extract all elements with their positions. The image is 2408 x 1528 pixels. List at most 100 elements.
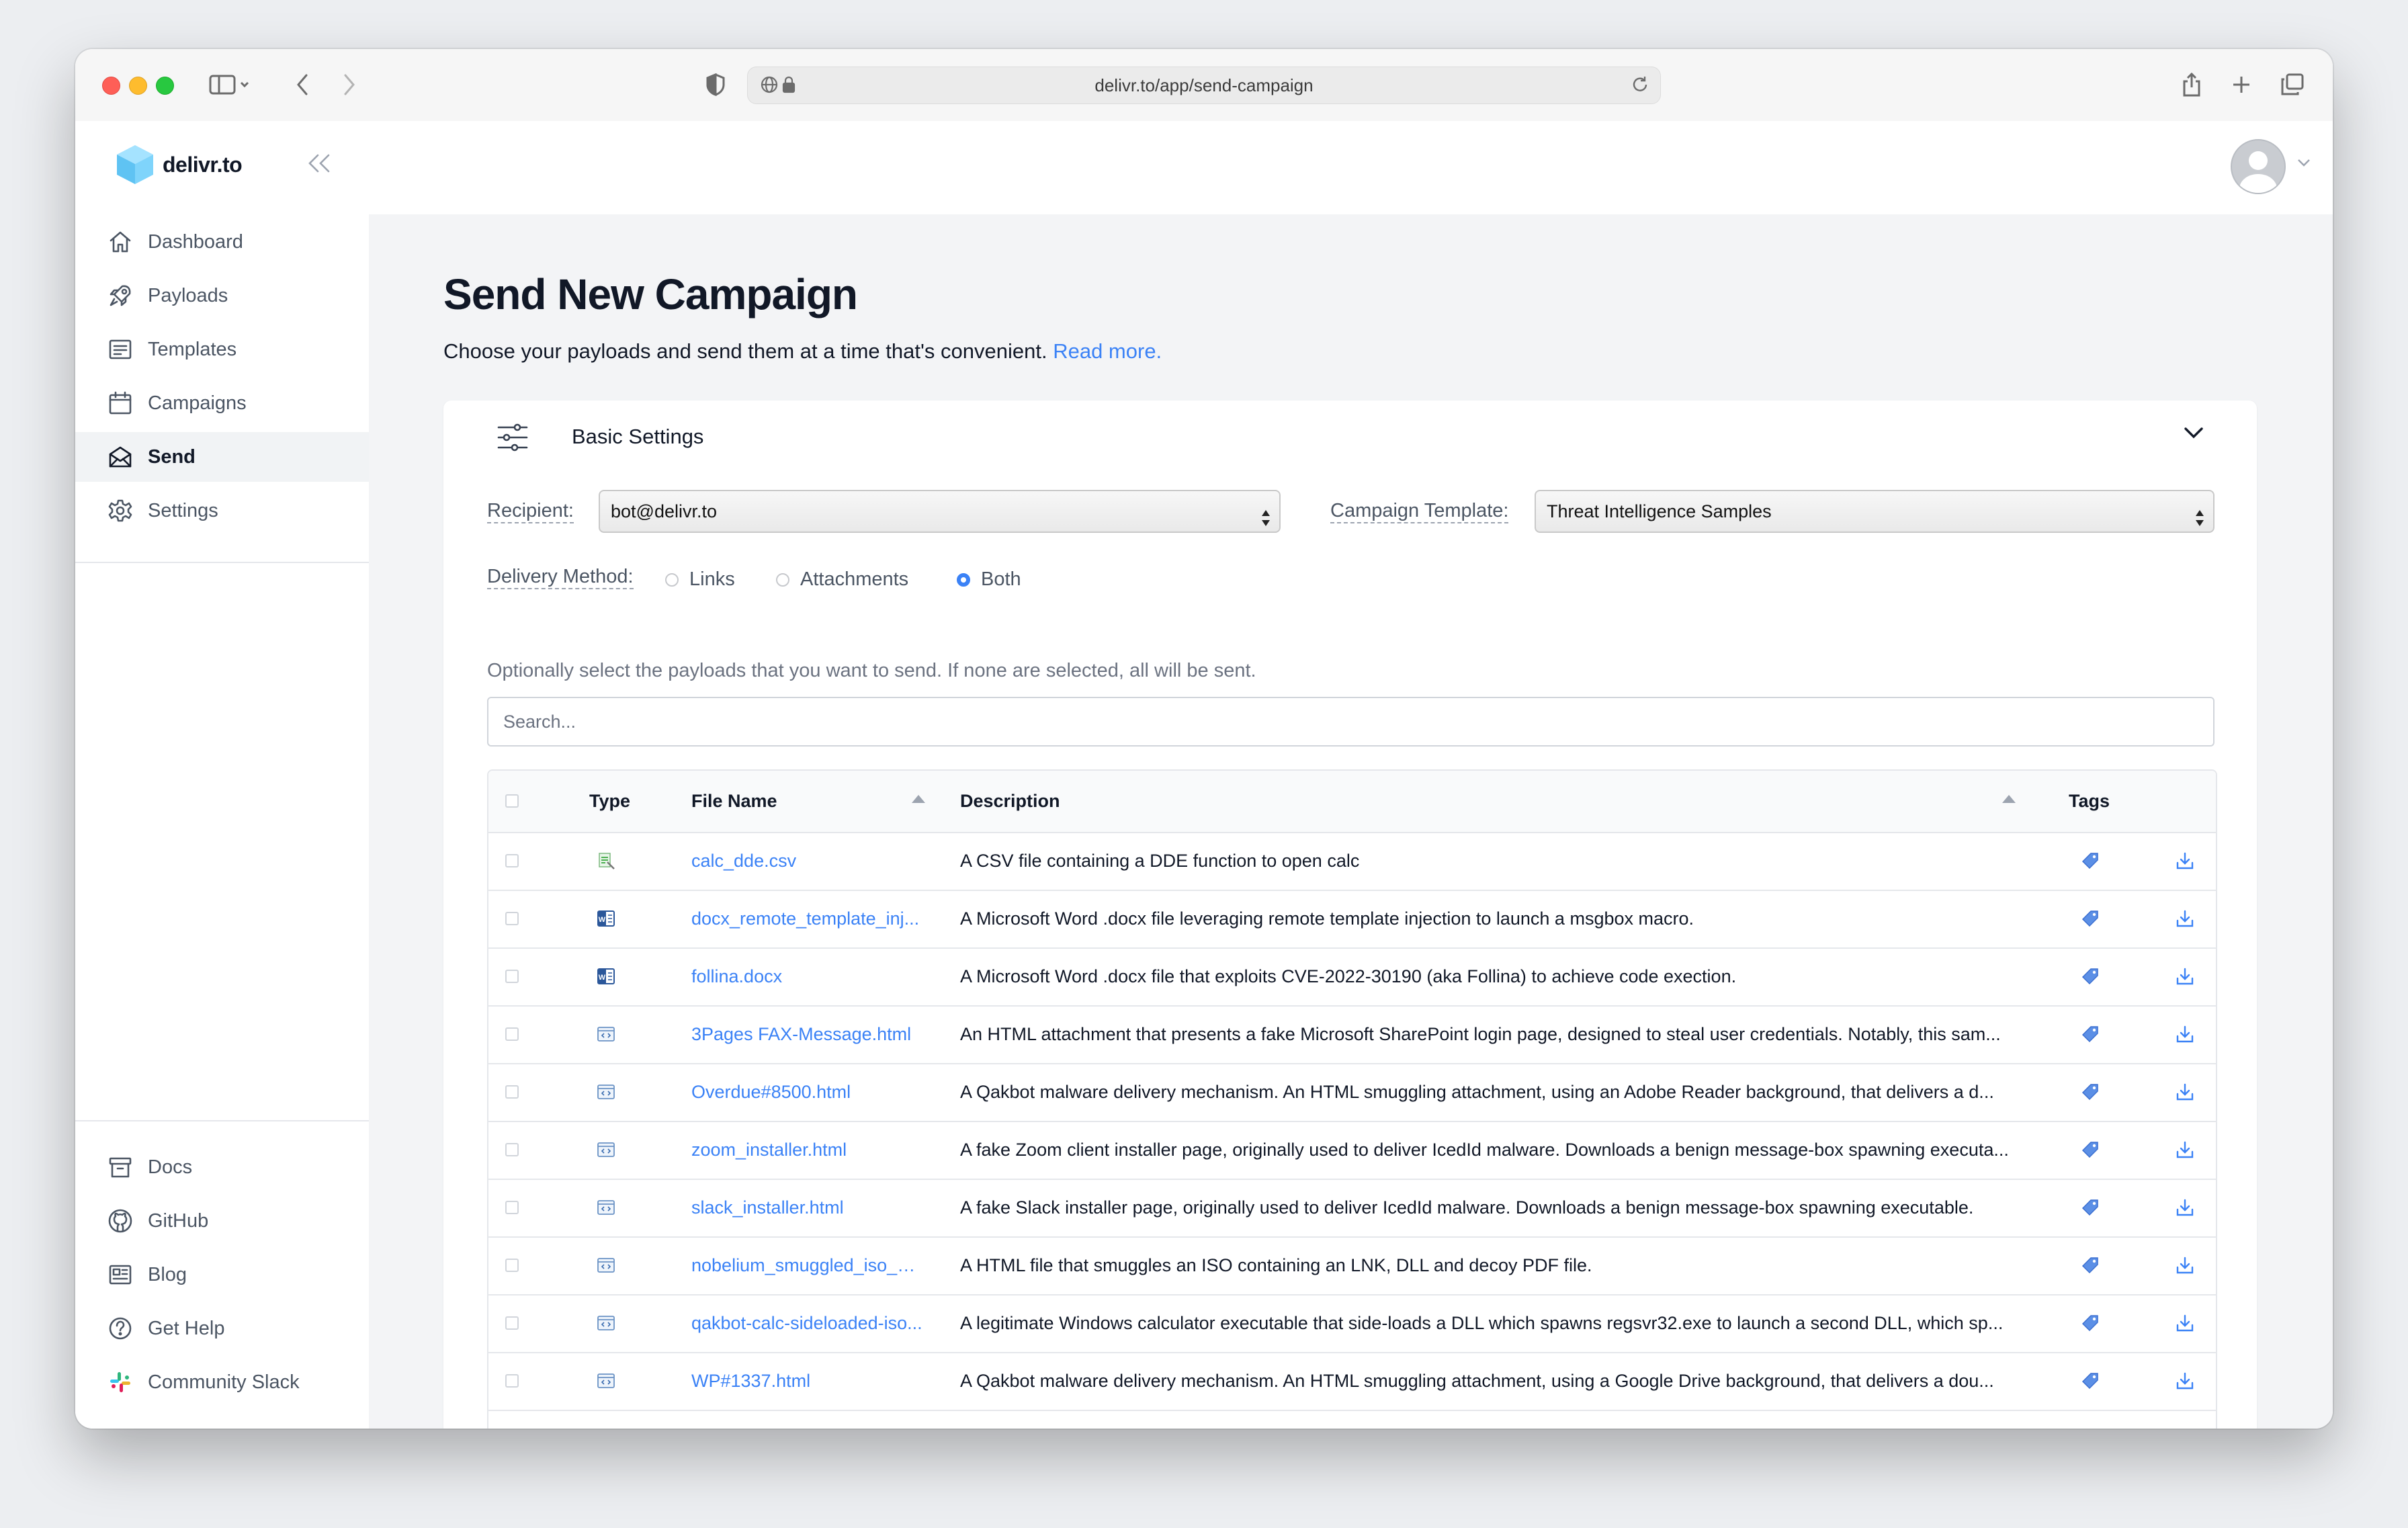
nav-templates[interactable]: Templates <box>75 325 369 374</box>
tag-icon[interactable] <box>2080 1140 2100 1163</box>
type-header[interactable]: Type <box>589 771 630 832</box>
row-checkbox[interactable] <box>505 1143 519 1156</box>
tag-icon[interactable] <box>2080 1371 2100 1394</box>
chevron-down-icon[interactable] <box>2296 158 2311 171</box>
nav-send[interactable]: Send <box>75 432 369 482</box>
table-row[interactable]: slack_installer.html A fake Slack install… <box>488 1179 2216 1238</box>
radio-attachments[interactable] <box>776 572 789 587</box>
row-checkbox[interactable] <box>505 1201 519 1214</box>
download-icon[interactable] <box>2175 966 2195 990</box>
lock-icon <box>781 75 796 97</box>
recipient-select[interactable]: bot@delivr.to <box>599 490 1281 533</box>
download-icon[interactable] <box>2175 1140 2195 1163</box>
table-row[interactable]: calc_dde.csv A CSV file containing a DDE … <box>488 832 2216 891</box>
basic-settings-header[interactable]: Basic Settings <box>443 400 2257 454</box>
radio-both[interactable] <box>957 572 970 587</box>
file-name-link[interactable]: docx_remote_template_inj... <box>691 890 927 947</box>
table-row[interactable]: Wdocx_remote_template_inj... A Microsoft … <box>488 890 2216 949</box>
delivery-option-attachments[interactable]: Attachments <box>776 568 908 591</box>
row-checkbox[interactable] <box>505 854 519 867</box>
tag-icon[interactable] <box>2080 851 2100 874</box>
privacy-shield-icon[interactable] <box>700 68 731 101</box>
select-all-checkbox[interactable] <box>505 794 519 808</box>
collapse-sidebar-icon[interactable] <box>307 153 331 177</box>
table-row[interactable]: zoom_installer.html A fake Zoom client in… <box>488 1121 2216 1180</box>
row-checkbox[interactable] <box>505 1316 519 1330</box>
nav-blog[interactable]: Blog <box>75 1250 369 1300</box>
download-icon[interactable] <box>2175 1197 2195 1221</box>
read-more-link[interactable]: Read more. <box>1053 339 1162 363</box>
row-checkbox[interactable] <box>505 970 519 983</box>
brand-logo[interactable]: delivr.to <box>113 142 243 187</box>
table-row[interactable]: Overdue#8500.html A Qakbot malware delive… <box>488 1063 2216 1122</box>
file-name-link[interactable]: calc_dde.csv <box>691 832 927 890</box>
nav-docs[interactable]: Docs <box>75 1142 369 1192</box>
nav-settings[interactable]: Settings <box>75 486 369 536</box>
row-checkbox[interactable] <box>505 1085 519 1099</box>
row-checkbox[interactable] <box>505 912 519 925</box>
sort-ascending-icon[interactable] <box>912 795 925 803</box>
tag-icon[interactable] <box>2080 1197 2100 1221</box>
download-icon[interactable] <box>2175 851 2195 874</box>
file-name-link[interactable]: zoom_installer.html <box>691 1121 927 1179</box>
download-icon[interactable] <box>2175 1371 2195 1394</box>
sort-ascending-icon[interactable] <box>2002 795 2016 803</box>
chevron-down-icon[interactable] <box>2183 426 2204 443</box>
table-row[interactable]: 3Pages FAX-Message.html An HTML attachmen… <box>488 1005 2216 1064</box>
nav-dashboard[interactable]: Dashboard <box>75 217 369 267</box>
row-checkbox[interactable] <box>505 1259 519 1272</box>
tag-icon[interactable] <box>2080 1024 2100 1048</box>
download-icon[interactable] <box>2175 1024 2195 1048</box>
file-name-link[interactable]: follina.docx <box>691 947 927 1005</box>
campaign-template-select[interactable]: Threat Intelligence Samples <box>1535 490 2214 533</box>
back-icon[interactable] <box>289 68 316 101</box>
file-name-link[interactable]: nobelium_smuggled_iso_wi... <box>691 1236 927 1294</box>
nav-payloads[interactable]: Payloads <box>75 271 369 321</box>
file-name-link[interactable]: qakbot-calc-sideloaded-iso... <box>691 1294 927 1352</box>
zoom-window-button[interactable] <box>156 77 174 95</box>
nav-get-help[interactable]: Get Help <box>75 1304 369 1353</box>
file-name-link[interactable]: 3Pages FAX-Message.html <box>691 1005 927 1063</box>
tag-icon[interactable] <box>2080 966 2100 990</box>
nav-github[interactable]: GitHub <box>75 1196 369 1246</box>
minimize-window-button[interactable] <box>129 77 147 95</box>
delivery-option-both[interactable]: Both <box>957 568 1021 591</box>
tag-icon[interactable] <box>2080 1255 2100 1279</box>
download-icon[interactable] <box>2175 1313 2195 1336</box>
browser-window: delivr.to/app/send-campaign delivr.to Da… <box>75 49 2333 1429</box>
address-bar[interactable]: delivr.to/app/send-campaign <box>747 67 1661 104</box>
html-file-icon <box>596 1197 616 1221</box>
user-avatar[interactable] <box>2231 139 2286 194</box>
file-description: A fake Zoom client installer page, origi… <box>960 1140 2009 1160</box>
download-icon[interactable] <box>2175 1082 2195 1105</box>
delivery-option-links[interactable]: Links <box>665 568 735 591</box>
tag-icon[interactable] <box>2080 1313 2100 1336</box>
description-header[interactable]: Description <box>960 771 1060 832</box>
table-row[interactable]: WP#1337.html A Qakbot malware delivery me… <box>488 1352 2216 1411</box>
file-name-link[interactable]: WP#1337.html <box>691 1352 927 1410</box>
download-icon[interactable] <box>2175 1255 2195 1279</box>
reload-icon[interactable] <box>1631 75 1649 97</box>
row-checkbox[interactable] <box>505 1374 519 1388</box>
download-icon[interactable] <box>2175 908 2195 932</box>
file-name-link[interactable]: slack_installer.html <box>691 1179 927 1236</box>
html-file-icon <box>596 1082 616 1105</box>
table-row[interactable]: Wfollina.docx A Microsoft Word .docx file… <box>488 947 2216 1007</box>
tab-overview-icon[interactable] <box>2278 68 2307 101</box>
table-row[interactable]: qakbot-calc-sideloaded-iso... A legitimat… <box>488 1294 2216 1353</box>
search-input[interactable] <box>487 697 2214 747</box>
tag-icon[interactable] <box>2080 1082 2100 1105</box>
close-window-button[interactable] <box>102 77 120 95</box>
sidebar-toggle-icon[interactable] <box>206 68 253 101</box>
new-tab-icon[interactable] <box>2228 68 2255 101</box>
tag-icon[interactable] <box>2080 908 2100 932</box>
radio-links[interactable] <box>665 572 679 587</box>
nav-community-slack[interactable]: Community Slack <box>75 1357 369 1407</box>
share-icon[interactable] <box>2178 68 2205 101</box>
file-name-header[interactable]: File Name <box>691 771 777 832</box>
forward-icon[interactable] <box>336 68 363 101</box>
file-name-link[interactable]: Overdue#8500.html <box>691 1063 927 1121</box>
row-checkbox[interactable] <box>505 1027 519 1041</box>
table-row[interactable]: nobelium_smuggled_iso_wi... A HTML file t… <box>488 1236 2216 1296</box>
nav-campaigns[interactable]: Campaigns <box>75 378 369 428</box>
